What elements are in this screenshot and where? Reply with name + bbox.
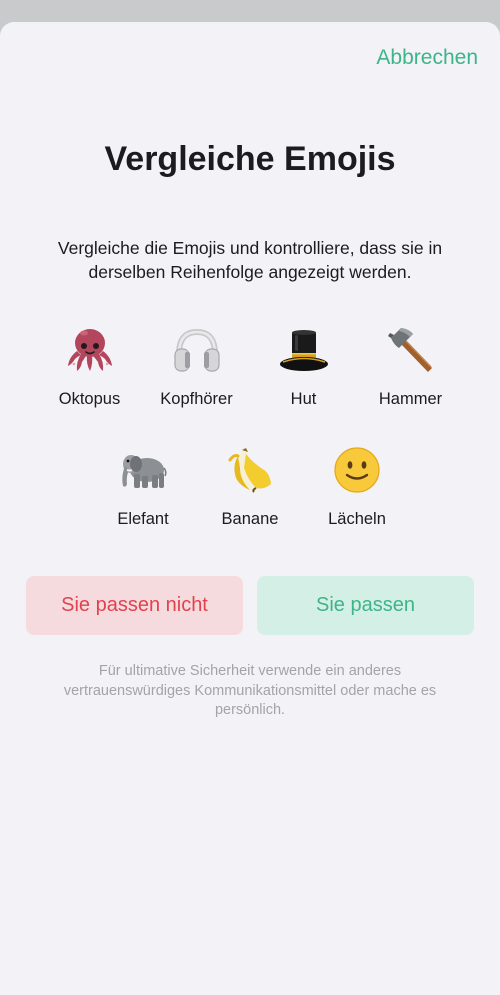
emoji-label: Kopfhörer (160, 390, 233, 408)
match-button[interactable]: Sie passen (257, 576, 474, 635)
security-footnote: Für ultimative Sicherheit verwende ein a… (63, 663, 437, 718)
emoji-item-top-hat: Hut (250, 322, 357, 409)
headphones-icon (169, 322, 225, 378)
banana-icon (222, 442, 278, 498)
mismatch-button[interactable]: Sie passen nicht (26, 576, 243, 635)
emoji-label: Banane (221, 510, 279, 528)
emoji-row-1: Oktopus Kopfhörer Hut Hammer (0, 322, 500, 409)
smile-icon (329, 442, 385, 498)
emoji-item-headphones: Kopfhörer (143, 322, 250, 409)
emoji-item-hammer: Hammer (357, 322, 464, 409)
elephant-icon (115, 442, 171, 498)
emoji-item-banana: Banane (197, 442, 304, 529)
emoji-label: Elefant (117, 510, 169, 528)
emoji-label: Hammer (378, 390, 443, 408)
emoji-label: Hut (290, 390, 317, 408)
top-hat-icon (276, 322, 332, 378)
page-title: Vergleiche Emojis (104, 140, 396, 178)
emoji-item-smile: Lächeln (304, 442, 411, 529)
emoji-item-elephant: Elefant (90, 442, 197, 529)
emoji-label: Oktopus (58, 390, 121, 408)
instructions-text: Vergleiche die Emojis und kontrolliere, … (57, 238, 443, 282)
octopus-icon (62, 322, 118, 378)
emoji-label: Lächeln (328, 510, 386, 528)
emoji-item-octopus: Oktopus (36, 322, 143, 409)
hammer-icon (383, 322, 439, 378)
emoji-row-2: Elefant Banane Lächeln (0, 442, 500, 529)
cancel-button[interactable]: Abbrechen (376, 46, 478, 70)
compare-emojis-sheet: Abbrechen Vergleiche Emojis Vergleiche d… (0, 22, 500, 995)
